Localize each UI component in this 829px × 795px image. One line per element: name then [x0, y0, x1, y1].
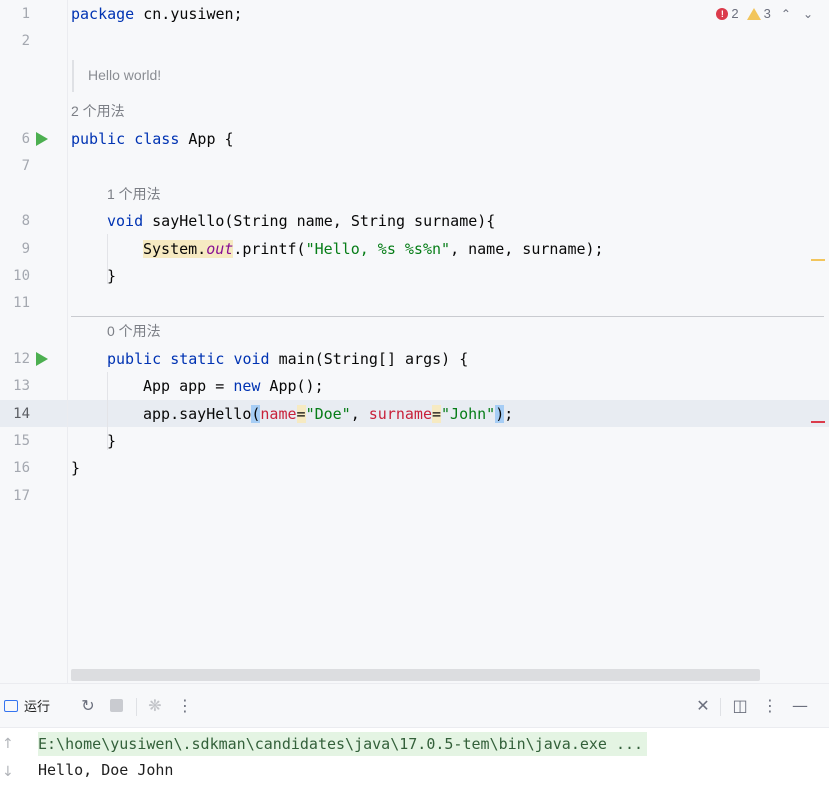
code-line-12: public static void main(String[] args) {: [107, 350, 469, 368]
scroll-down-icon[interactable]: ↓: [2, 764, 14, 780]
line-number-gutter: 1 2 6 7 8 9 10 11 12 13 14 15 16 17: [0, 0, 68, 683]
line-number: 17: [13, 488, 30, 504]
code-line-14: app.sayHello(name="Doe", surname="John")…: [143, 405, 514, 423]
code-line-1: package cn.yusiwen;: [71, 5, 243, 23]
warning-count[interactable]: 3: [746, 6, 771, 21]
line-number: 11: [13, 295, 30, 311]
line-number: 2: [21, 33, 30, 49]
scroll-up-icon[interactable]: ↑: [2, 736, 14, 752]
line-number: 8: [21, 213, 30, 229]
error-count[interactable]: ! 2: [716, 6, 739, 21]
next-highlight-icon[interactable]: ⌄: [801, 7, 815, 21]
line-number: 15: [13, 433, 30, 449]
error-stripe-marker[interactable]: [811, 421, 825, 423]
minimize-icon[interactable]: —: [790, 696, 810, 716]
line-number: 6: [21, 131, 30, 147]
line-number: 12: [13, 351, 30, 367]
console-output[interactable]: ↑ ↓ E:\home\yusiwen\.sdkman\candidates\j…: [0, 728, 829, 795]
method-separator: [71, 316, 824, 317]
class-usages-hint[interactable]: 2 个用法: [71, 102, 125, 120]
main-usages-hint[interactable]: 0 个用法: [107, 322, 161, 340]
rendered-javadoc: Hello world!: [72, 60, 161, 92]
line-number: 7: [21, 158, 30, 174]
more-options-icon[interactable]: ⋮: [175, 696, 195, 716]
line-number: 14: [13, 406, 30, 422]
warning-stripe-marker[interactable]: [811, 259, 825, 261]
toolbar-divider: [136, 698, 137, 716]
run-main-icon[interactable]: [36, 352, 48, 366]
previous-highlight-icon[interactable]: ⌃: [779, 7, 793, 21]
inspection-widget[interactable]: ! 2 3 ⌃ ⌄: [716, 6, 815, 21]
code-line-8: void sayHello(String name, String surnam…: [107, 212, 496, 230]
console-tab-icon: [4, 699, 18, 712]
horizontal-scrollbar[interactable]: [71, 669, 760, 681]
console-output-line: Hello, Doe John: [38, 761, 174, 779]
run-tab[interactable]: 运行: [4, 696, 50, 715]
layout-icon[interactable]: ◫: [730, 696, 750, 716]
line-number: 13: [13, 378, 30, 394]
debug-bug-icon[interactable]: ❋: [145, 696, 165, 716]
line-number: 9: [21, 241, 30, 257]
console-command-line[interactable]: E:\home\yusiwen\.sdkman\candidates\java\…: [38, 732, 648, 756]
code-line-16: }: [71, 459, 81, 477]
line-number: 1: [21, 6, 30, 22]
code-line-9: System.out.printf("Hello, %s %s%n", name…: [143, 240, 604, 258]
run-class-icon[interactable]: [36, 132, 48, 146]
error-icon: !: [716, 7, 729, 20]
code-editor[interactable]: 1 2 6 7 8 9 10 11 12 13 14 15 16 17 ! 2 …: [0, 0, 829, 683]
run-tool-window-header: 运行 ↻ ❋ ⋮ ✕ ◫ ⋮ —: [0, 684, 829, 728]
toolbar-divider: [720, 698, 721, 716]
warning-icon: [746, 7, 761, 20]
code-line-15: }: [107, 432, 117, 450]
close-icon[interactable]: ✕: [693, 696, 713, 716]
line-number: 10: [13, 268, 30, 284]
sayhello-usages-hint[interactable]: 1 个用法: [107, 185, 161, 203]
code-line-13: App app = new App();: [143, 377, 324, 395]
code-line-10: }: [107, 267, 117, 285]
run-tool-window: 运行 ↻ ❋ ⋮ ✕ ◫ ⋮ — ↑ ↓ E:\home\yusiwen\.sd…: [0, 683, 829, 795]
rerun-icon[interactable]: ↻: [78, 696, 98, 716]
stop-icon[interactable]: [107, 696, 127, 716]
line-number: 16: [13, 460, 30, 476]
code-line-6: public class App {: [71, 130, 234, 148]
options-icon[interactable]: ⋮: [760, 696, 780, 716]
